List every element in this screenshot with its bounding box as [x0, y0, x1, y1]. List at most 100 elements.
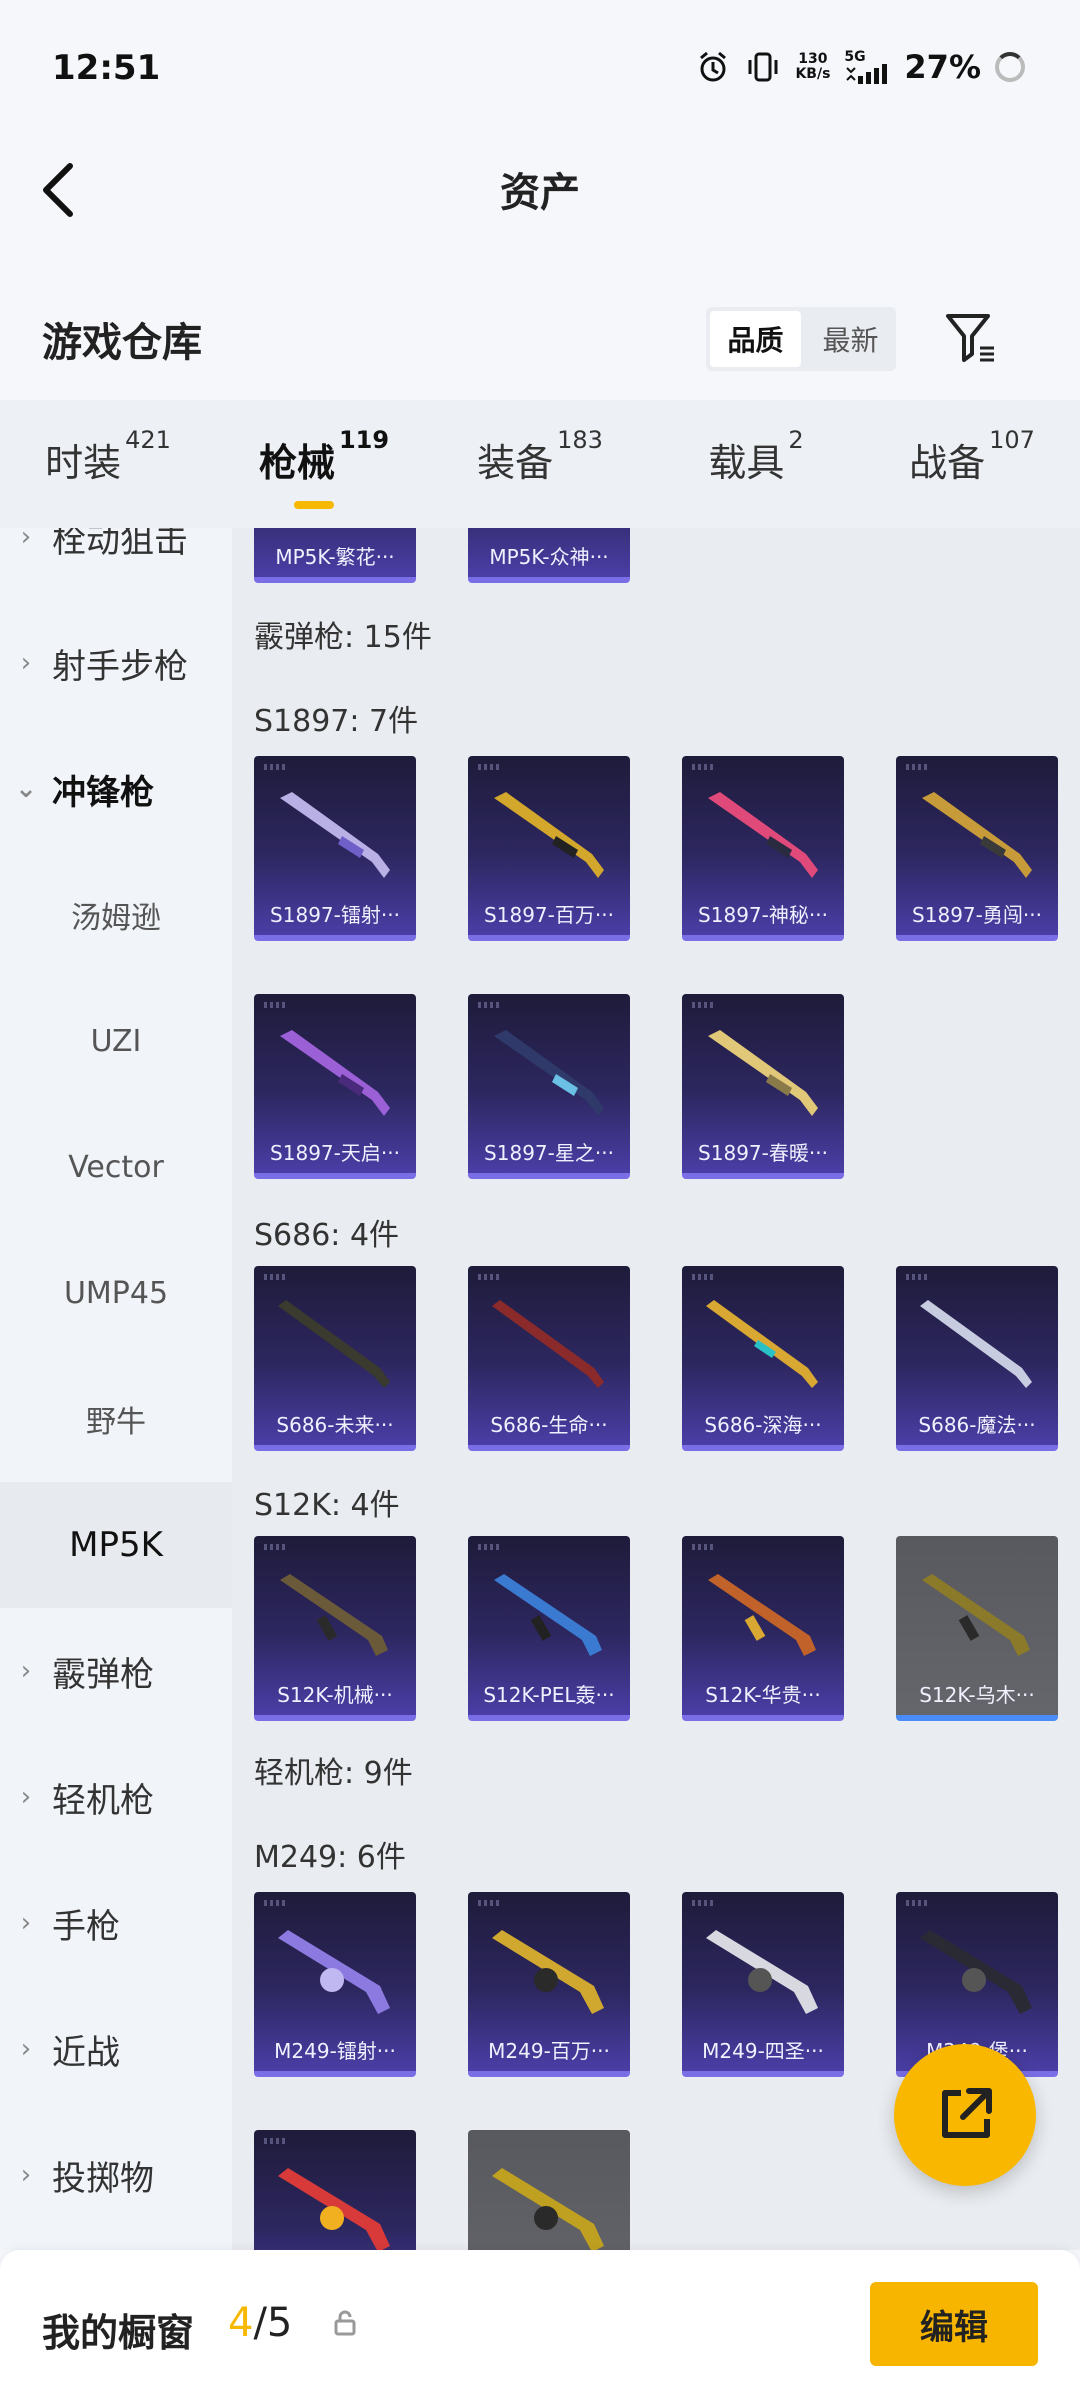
item-card[interactable]: S1897-勇闯···	[896, 756, 1058, 941]
item-card[interactable]: S12K-机械···	[254, 1536, 416, 1721]
item-label: S686-生命···	[490, 1413, 608, 1437]
decor-dots	[264, 1900, 288, 1906]
sidebar-item-mp5k[interactable]: MP5K	[0, 1482, 232, 1608]
tab-vehicles[interactable]: 载具2	[648, 426, 864, 497]
status-bar: 12:51 130 KB/s 5G 27%	[0, 0, 1080, 140]
group-header-s12k: S12K: 4件	[254, 1488, 400, 1523]
item-card[interactable]: S686-深海···	[682, 1266, 844, 1451]
rifle-icon	[280, 1574, 388, 1656]
tab-count: 183	[557, 425, 603, 454]
sort-quality-button[interactable]: 品质	[710, 311, 801, 367]
rifle-icon	[708, 1574, 816, 1656]
item-card[interactable]: S1897-神秘···	[682, 756, 844, 941]
item-card[interactable]: S1897-春暖···	[682, 994, 844, 1179]
decor-dots	[478, 1544, 502, 1550]
vibrate-icon	[745, 49, 781, 85]
shotgun-icon	[492, 1300, 604, 1388]
sidebar-item-throwable[interactable]: › 投掷物	[0, 2112, 232, 2238]
network-speed: 130 KB/s	[795, 52, 830, 82]
item-card[interactable]: S12K-PEL轰···	[468, 1536, 630, 1721]
item-card[interactable]: S686-魔法···	[896, 1266, 1058, 1451]
sidebar-item-uzi[interactable]: UZI	[0, 978, 232, 1104]
sidebar-item-label: 轻机枪	[52, 1780, 154, 1821]
chevron-right-icon: ›	[20, 1656, 32, 1686]
item-card[interactable]: S686-未来···	[254, 1266, 416, 1451]
decor-dots	[264, 1544, 288, 1550]
chevron-right-icon: ›	[20, 1782, 32, 1812]
item-label: S1897-勇闯···	[912, 903, 1042, 927]
shotgun-icon	[708, 792, 818, 878]
sidebar-item-bizon[interactable]: 野牛	[0, 1356, 232, 1482]
item-card[interactable]: S12K-乌木···	[896, 1536, 1058, 1721]
decor-dots	[264, 1274, 288, 1280]
status-time: 12:51	[52, 48, 161, 88]
rifle-icon	[922, 1574, 1030, 1656]
decor-dots	[906, 1900, 930, 1906]
tab-fashion[interactable]: 时装421	[0, 426, 216, 497]
item-label: S12K-乌木···	[919, 1683, 1035, 1707]
shotgun-icon	[280, 792, 390, 878]
sidebar-item-lmg[interactable]: › 轻机枪	[0, 1734, 232, 1860]
item-card[interactable]: S1897-星之···	[468, 994, 630, 1179]
category-sidebar: › 栓动狙击 › 射手步枪 ⌄ 冲锋枪 汤姆逊 UZI Vector UMP45 野牛…	[0, 528, 232, 2250]
item-label: M249-镭射···	[274, 2039, 396, 2063]
tab-supplies[interactable]: 战备107	[864, 426, 1080, 497]
item-card[interactable]	[468, 2130, 630, 2250]
nav-bar: 资产	[0, 140, 1080, 270]
sort-newest-button[interactable]: 最新	[805, 307, 896, 371]
item-card[interactable]: M249-百万···	[468, 1892, 630, 2077]
machine-gun-icon	[706, 1930, 818, 2014]
shotgun-icon	[920, 1300, 1032, 1388]
filter-button[interactable]	[944, 310, 1000, 366]
machine-gun-icon	[278, 1930, 390, 2014]
sidebar-item-thompson[interactable]: 汤姆逊	[0, 852, 232, 978]
tab-equipment[interactable]: 装备183	[432, 426, 648, 497]
sidebar-item-bolt-sniper[interactable]: › 栓动狙击	[0, 528, 232, 600]
sidebar-item-melee[interactable]: › 近战	[0, 1986, 232, 2112]
item-card[interactable]: S1897-百万···	[468, 756, 630, 941]
sidebar-item-label: 霰弹枪	[52, 1654, 154, 1695]
sidebar-item-label: 射手步枪	[52, 646, 188, 687]
sidebar-item-label: 手枪	[52, 1906, 120, 1947]
item-card[interactable]: MP5K-繁花···	[254, 528, 416, 583]
decor-dots	[478, 1900, 502, 1906]
share-fab-button[interactable]	[894, 2044, 1036, 2186]
showcase-bar: 我的橱窗 4/5 编辑	[0, 2250, 1080, 2400]
sidebar-item-shotgun[interactable]: › 霰弹枪	[0, 1608, 232, 1734]
showcase-count: 4/5	[228, 2300, 292, 2346]
edit-button[interactable]: 编辑	[870, 2282, 1038, 2366]
machine-gun-icon	[920, 1930, 1032, 2014]
item-card[interactable]: S12K-华贵···	[682, 1536, 844, 1721]
sidebar-item-smg[interactable]: ⌄ 冲锋枪	[0, 726, 232, 852]
decor-dots	[478, 1002, 502, 1008]
network-type: 5G	[844, 49, 866, 65]
sidebar-item-vector[interactable]: Vector	[0, 1104, 232, 1230]
item-label: S12K-PEL轰···	[483, 1683, 615, 1707]
item-label: S686-深海···	[704, 1413, 822, 1437]
item-label: S12K-机械···	[277, 1683, 393, 1707]
group-header-m249: M249: 6件	[254, 1840, 406, 1875]
tab-firearms[interactable]: 枪械119	[216, 426, 432, 509]
showcase-title: 我的橱窗	[42, 2311, 195, 2355]
category-tabs: 时装421 枪械119 装备183 载具2 战备107	[0, 400, 1080, 528]
item-card[interactable]: M249-镭射···	[254, 1892, 416, 2077]
item-label: S686-魔法···	[918, 1413, 1036, 1437]
tab-label: 战备	[909, 440, 986, 485]
item-card[interactable]: S1897-天启···	[254, 994, 416, 1179]
sidebar-item-ump45[interactable]: UMP45	[0, 1230, 232, 1356]
group-header-s1897: S1897: 7件	[254, 704, 419, 739]
item-card[interactable]	[254, 2130, 416, 2250]
sidebar-item-pistol[interactable]: › 手枪	[0, 1860, 232, 1986]
tab-label: 载具	[708, 440, 785, 485]
item-card[interactable]: M249-四圣···	[682, 1892, 844, 2077]
group-header-s686: S686: 4件	[254, 1218, 400, 1253]
item-card[interactable]: S1897-镭射···	[254, 756, 416, 941]
sidebar-item-dmr[interactable]: › 射手步枪	[0, 600, 232, 726]
decor-dots	[692, 1900, 716, 1906]
group-header-shotgun: 霰弹枪: 15件	[254, 620, 432, 655]
machine-gun-icon	[492, 2168, 604, 2250]
item-card[interactable]: S686-生命···	[468, 1266, 630, 1451]
item-card[interactable]: MP5K-众神···	[468, 528, 630, 583]
item-label: S1897-百万···	[484, 903, 614, 927]
decor-dots	[906, 1274, 930, 1280]
